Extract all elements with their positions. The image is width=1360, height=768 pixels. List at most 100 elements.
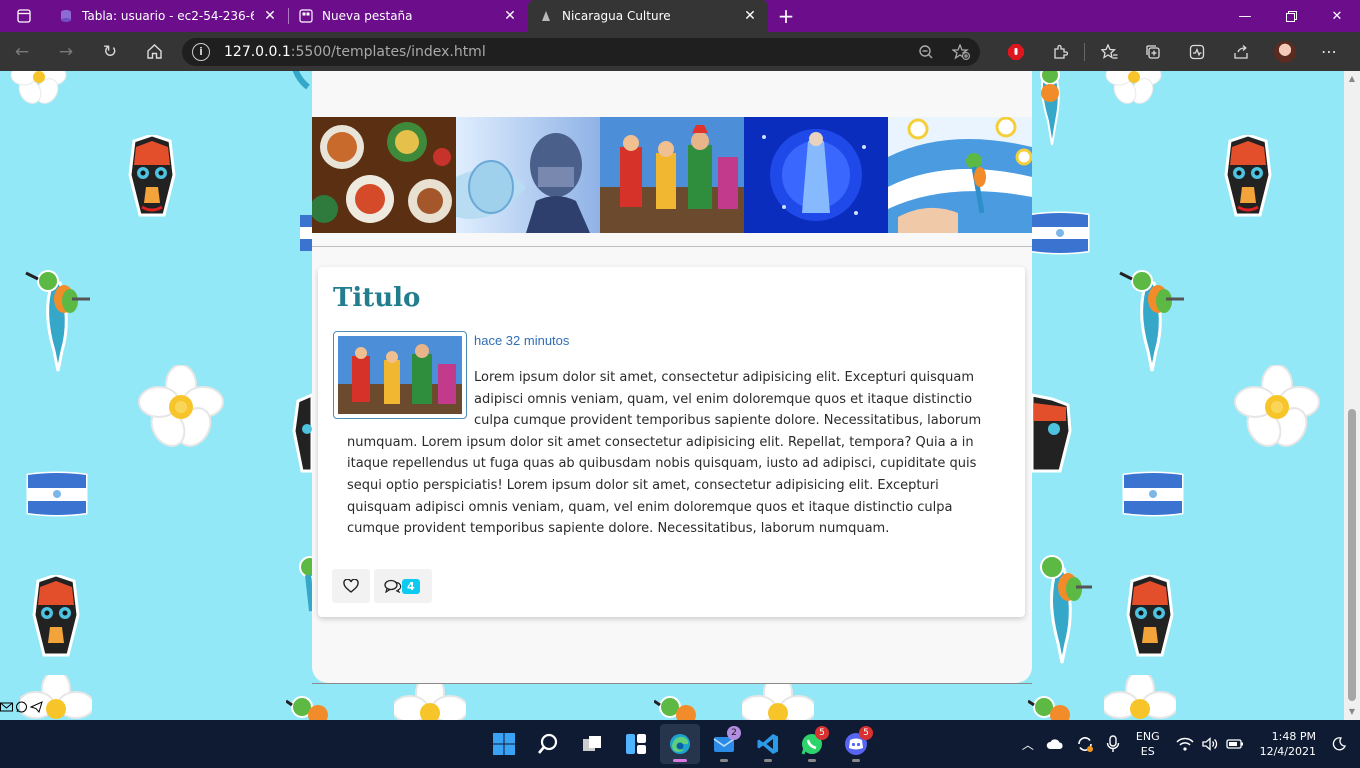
like-button[interactable]	[332, 569, 370, 603]
collections-icon	[1146, 44, 1160, 59]
close-window-button[interactable]: ✕	[1314, 0, 1360, 32]
minimize-icon: —	[1238, 8, 1252, 24]
vscode-button[interactable]	[748, 724, 788, 764]
wifi-icon	[1176, 737, 1194, 751]
back-button[interactable]: ←	[0, 34, 44, 70]
guegüense-mask-icon	[32, 575, 80, 657]
adblock-extension-button[interactable]	[994, 34, 1038, 70]
taskbar-apps: 2 5 5	[484, 720, 876, 768]
tab-nicaragua-culture[interactable]: Nicaragua Culture ✕	[528, 0, 768, 32]
share-button[interactable]	[1219, 34, 1263, 70]
database-icon	[58, 8, 74, 24]
performance-button[interactable]	[1175, 34, 1219, 70]
scrollbar-thumb[interactable]	[1348, 409, 1356, 701]
guardabarranco-bird-icon	[25, 270, 90, 372]
profile-button[interactable]	[1263, 34, 1307, 70]
zoom-out-icon[interactable]	[918, 44, 934, 60]
new-tab-page-icon	[298, 8, 314, 24]
url-host: 127.0.0.1	[224, 43, 291, 60]
avatar	[1274, 40, 1296, 63]
new-tab-button[interactable]: +	[768, 0, 804, 32]
banner-virgin-image	[744, 117, 888, 233]
scroll-down-icon[interactable]: ▼	[1348, 708, 1356, 716]
refresh-icon: ↻	[102, 41, 118, 62]
guardabarranco-bird-icon	[299, 556, 312, 612]
plumeria-flower-icon	[10, 71, 67, 104]
telegram-icon[interactable]	[30, 701, 43, 713]
collections-button[interactable]	[1131, 34, 1175, 70]
discord-badge: 5	[859, 726, 873, 740]
puzzle-icon	[1054, 44, 1068, 59]
discord-button[interactable]: 5	[836, 724, 876, 764]
banner-nicaragua-image	[888, 117, 1032, 233]
page-scrollbar[interactable]: ▲ ▼	[1344, 71, 1360, 720]
plumeria-flower-icon	[1105, 71, 1162, 104]
close-tab-icon[interactable]: ✕	[262, 8, 278, 24]
mail-app-button[interactable]: 2	[704, 724, 744, 764]
add-favorite-icon[interactable]	[952, 43, 970, 60]
guegüense-mask-icon	[1032, 393, 1072, 473]
tab-tabla-usuario[interactable]: Tabla: usuario - ec2-54-236-64-2 ✕	[48, 0, 288, 32]
settings-menu-button[interactable]: ⋯	[1307, 34, 1351, 70]
close-tab-icon[interactable]: ✕	[742, 8, 758, 24]
close-tab-icon[interactable]: ✕	[502, 8, 518, 24]
tab-actions-button[interactable]	[0, 0, 48, 32]
comments-button[interactable]: 4	[374, 569, 432, 603]
task-view-button[interactable]	[572, 724, 612, 764]
site-info-icon[interactable]: i	[192, 42, 210, 61]
post-card: Titulo hace 32 minutos Lorem ipsum dolor…	[318, 267, 1025, 617]
extensions-button[interactable]	[1038, 34, 1082, 70]
whatsapp-icon[interactable]	[15, 701, 28, 713]
tab-nueva-pestana[interactable]: Nueva pestaña ✕	[288, 0, 528, 32]
clock-time: 1:48 PM	[1271, 730, 1316, 743]
favorites-button[interactable]	[1087, 34, 1131, 70]
show-hidden-icons-button[interactable]: ︿	[1016, 736, 1040, 753]
float-spacer	[347, 367, 474, 423]
restore-button[interactable]	[1268, 0, 1314, 32]
cloud-icon	[1046, 739, 1063, 749]
refresh-button[interactable]: ↻	[88, 34, 132, 70]
plumeria-flower-icon	[1104, 675, 1176, 719]
culture-banner	[312, 117, 1032, 233]
onedrive-button[interactable]	[1040, 738, 1070, 750]
clock[interactable]: 1:48 PM 12/4/2021	[1250, 729, 1326, 759]
start-button[interactable]	[484, 724, 524, 764]
update-button[interactable]	[1070, 735, 1100, 753]
moon-icon	[1332, 737, 1346, 751]
home-icon	[146, 44, 162, 59]
footer-divider	[312, 683, 1032, 684]
share-links	[0, 701, 43, 713]
forward-button[interactable]: →	[44, 34, 88, 70]
url-path: :5500/templates/index.html	[290, 43, 486, 60]
tab-actions-icon	[17, 9, 31, 23]
plumeria-flower-icon	[394, 681, 466, 720]
extensions-area: ⋯	[994, 34, 1351, 70]
mail-icon[interactable]	[0, 701, 13, 713]
comment-count-badge: 4	[402, 578, 420, 594]
search-button[interactable]	[528, 724, 568, 764]
tab-title: Tabla: usuario - ec2-54-236-64-2	[82, 9, 254, 23]
microphone-button[interactable]	[1100, 735, 1126, 753]
mail-badge: 2	[727, 726, 741, 740]
banner-food-image	[312, 117, 456, 233]
widgets-button[interactable]	[616, 724, 656, 764]
battery-icon	[1225, 739, 1243, 749]
language-primary: ENG	[1135, 730, 1160, 743]
scroll-up-icon[interactable]: ▲	[1348, 75, 1356, 83]
whatsapp-button[interactable]: 5	[792, 724, 832, 764]
home-button[interactable]	[132, 34, 176, 70]
nicaragua-flag-icon	[1122, 471, 1184, 517]
language-indicator[interactable]: ENG ES	[1126, 729, 1170, 759]
quick-settings-button[interactable]	[1170, 737, 1250, 751]
focus-assist-button[interactable]	[1326, 737, 1360, 751]
address-bar[interactable]: i 127.0.0.1 :5500/templates/index.html	[182, 37, 980, 66]
edge-browser-button[interactable]	[660, 724, 700, 764]
guardabarranco-bird-icon	[1119, 270, 1184, 372]
minimize-button[interactable]: —	[1222, 0, 1268, 32]
search-icon	[538, 733, 558, 754]
whatsapp-badge: 5	[815, 726, 829, 740]
guardabarranco-bird-icon	[292, 71, 310, 90]
tab-title: Nicaragua Culture	[562, 9, 671, 23]
arrow-left-icon: ←	[14, 41, 30, 62]
window-controls: — ✕	[1222, 0, 1360, 32]
